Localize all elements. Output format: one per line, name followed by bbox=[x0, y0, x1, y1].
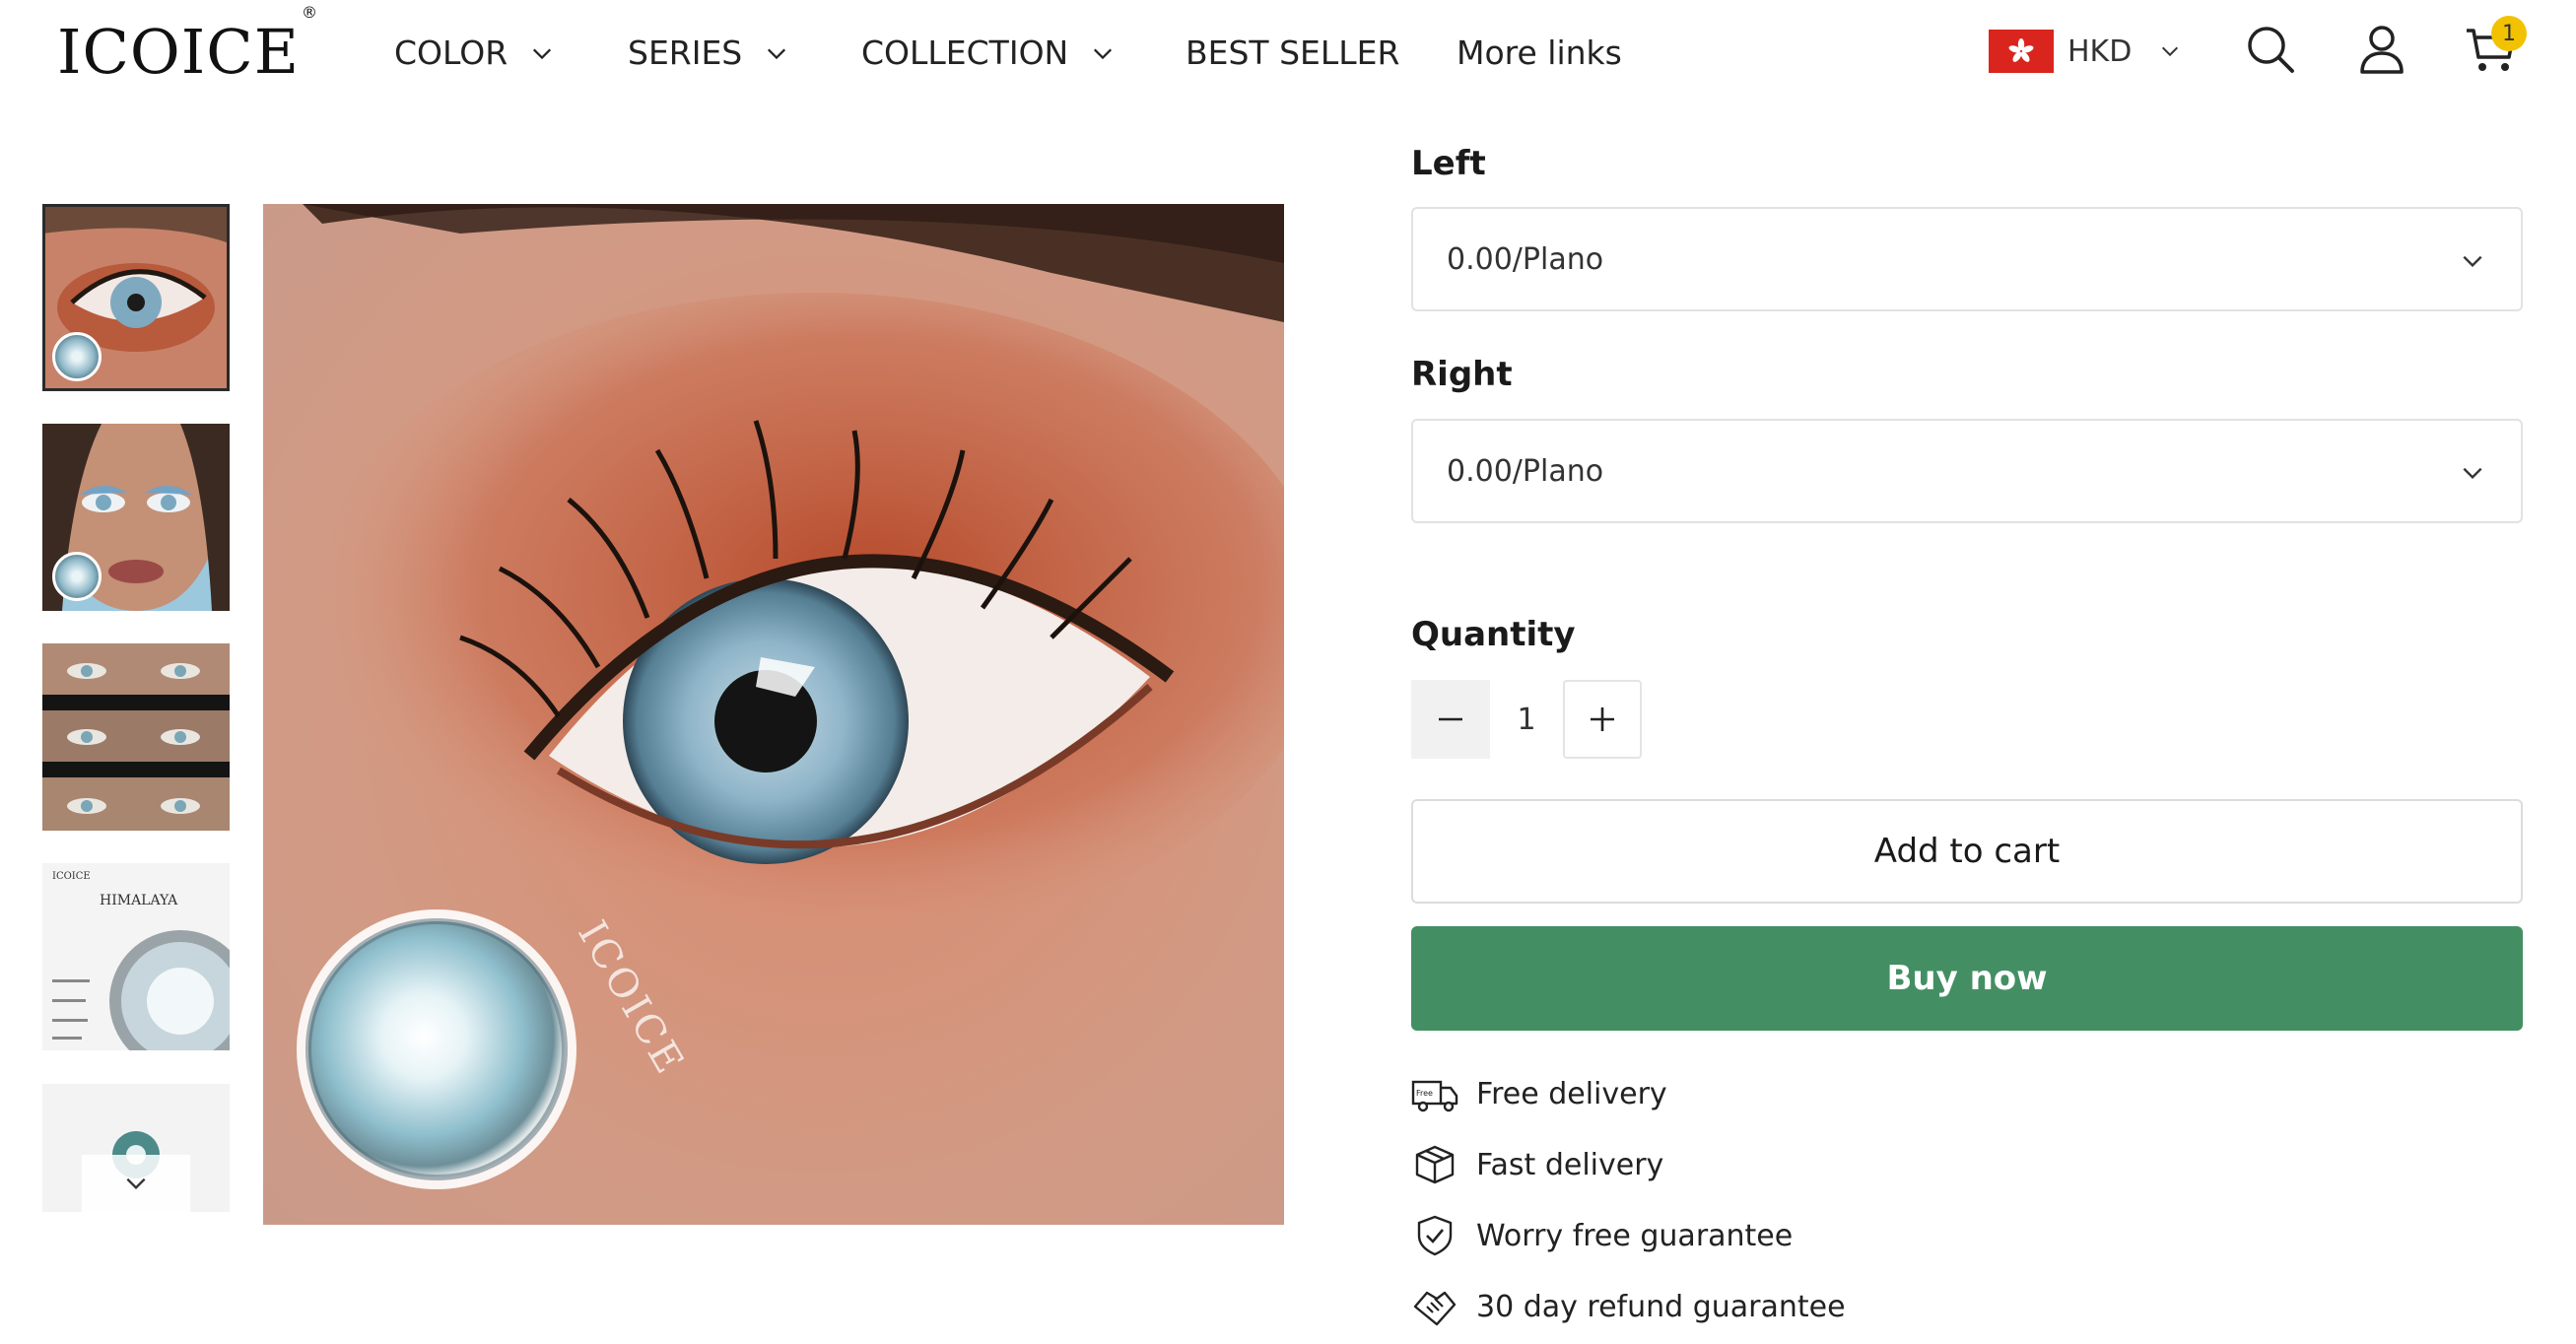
lens-swatch-icon bbox=[52, 552, 102, 601]
site-header: ICOICE® COLOR SERIES COLLECTION BEST SEL… bbox=[0, 0, 2576, 116]
left-eye-value: 0.00/Plano bbox=[1447, 241, 1604, 277]
search-icon[interactable] bbox=[2243, 22, 2298, 77]
chevron-down-icon bbox=[2463, 255, 2482, 268]
gallery-thumbnail[interactable] bbox=[42, 643, 230, 831]
eye-closeup-image bbox=[263, 204, 1284, 1225]
chevron-down-icon bbox=[2162, 46, 2179, 57]
nav-series-label: SERIES bbox=[628, 34, 743, 72]
nav-more-links[interactable]: More links bbox=[1457, 34, 1622, 72]
feature-label: 30 day refund guarantee bbox=[1476, 1289, 1846, 1324]
thumbnail-image bbox=[52, 930, 230, 1050]
plus-icon bbox=[1591, 707, 1614, 731]
buy-now-button[interactable]: Buy now bbox=[1411, 926, 2523, 1031]
brand-logo[interactable]: ICOICE® bbox=[57, 5, 317, 83]
gallery-thumbnail[interactable] bbox=[42, 424, 230, 611]
thumbnail-image bbox=[42, 643, 230, 831]
account-icon[interactable] bbox=[2354, 22, 2409, 77]
quantity-input[interactable]: 1 bbox=[1490, 680, 1563, 759]
registered-mark: ® bbox=[301, 3, 318, 23]
lens-swatch-icon bbox=[52, 332, 102, 381]
main-product-image[interactable]: ICOICE bbox=[263, 204, 1284, 1225]
right-eye-power-select[interactable]: 0.00/Plano bbox=[1411, 419, 2523, 523]
nav-color[interactable]: COLOR bbox=[394, 34, 553, 72]
feature-refund-guarantee: 30 day refund guarantee bbox=[1411, 1285, 1846, 1328]
feature-label: Fast delivery bbox=[1476, 1147, 1664, 1182]
right-eye-label: Right bbox=[1411, 355, 1513, 394]
quantity-increase-button[interactable] bbox=[1563, 680, 1642, 759]
nav-series[interactable]: SERIES bbox=[628, 34, 787, 72]
nav-best-seller-label: BEST SELLER bbox=[1186, 34, 1400, 72]
currency-selector[interactable]: HKD bbox=[1989, 30, 2181, 73]
gallery-thumbnail[interactable] bbox=[42, 204, 230, 391]
chevron-down-icon bbox=[533, 48, 552, 59]
nav-more-links-label: More links bbox=[1457, 34, 1622, 72]
gallery-scroll-down-button[interactable] bbox=[82, 1155, 190, 1212]
handshake-icon bbox=[1413, 1291, 1457, 1326]
left-eye-label: Left bbox=[1411, 144, 1486, 183]
chevron-down-icon bbox=[1094, 48, 1113, 59]
package-box-icon bbox=[1415, 1145, 1455, 1184]
minus-icon bbox=[1439, 717, 1462, 721]
chevron-down-icon bbox=[126, 1177, 146, 1190]
cart-count-badge: 1 bbox=[2491, 16, 2527, 51]
right-eye-value: 0.00/Plano bbox=[1447, 453, 1604, 489]
feature-worry-free: Worry free guarantee bbox=[1411, 1214, 1793, 1257]
logo-text: ICOICE bbox=[57, 16, 300, 88]
chevron-down-icon bbox=[2463, 467, 2482, 480]
nav-color-label: COLOR bbox=[394, 34, 508, 72]
delivery-truck-icon: Free bbox=[1411, 1080, 1458, 1112]
add-to-cart-button[interactable]: Add to cart bbox=[1411, 799, 2523, 904]
shield-check-icon bbox=[1417, 1215, 1453, 1256]
nav-best-seller[interactable]: BEST SELLER bbox=[1186, 34, 1399, 72]
feature-fast-delivery: Fast delivery bbox=[1411, 1143, 1663, 1186]
feature-label: Worry free guarantee bbox=[1476, 1218, 1794, 1253]
currency-label: HKD bbox=[2068, 34, 2133, 69]
chevron-down-icon bbox=[768, 48, 786, 59]
left-eye-power-select[interactable]: 0.00/Plano bbox=[1411, 207, 2523, 311]
hong-kong-flag-icon bbox=[1989, 30, 2054, 73]
gallery-thumbnail[interactable]: ICOICE HIMALAYA bbox=[42, 863, 230, 1050]
feature-label: Free delivery bbox=[1476, 1076, 1667, 1111]
quantity-decrease-button[interactable] bbox=[1411, 680, 1490, 759]
nav-collection-label: COLLECTION bbox=[861, 34, 1069, 72]
nav-collection[interactable]: COLLECTION bbox=[861, 34, 1114, 72]
feature-free-delivery: Free Free delivery bbox=[1411, 1072, 1667, 1115]
svg-text:Free: Free bbox=[1416, 1089, 1433, 1098]
quantity-label: Quantity bbox=[1411, 615, 1576, 654]
